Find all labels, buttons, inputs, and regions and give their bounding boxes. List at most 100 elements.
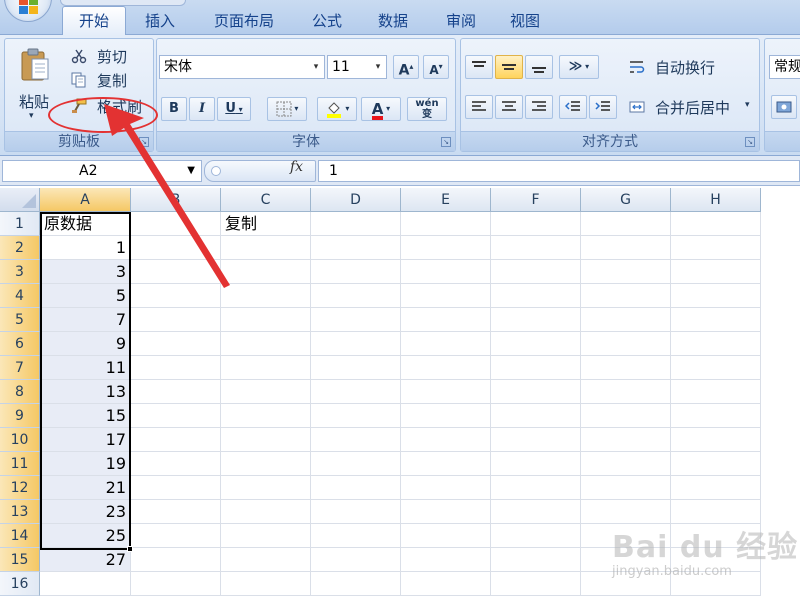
cell-b12[interactable] <box>131 476 221 500</box>
merge-center-dropdown-icon[interactable]: ▾ <box>745 100 750 110</box>
cell-b8[interactable] <box>131 380 221 404</box>
cell-f3[interactable] <box>491 260 581 284</box>
cell-g7[interactable] <box>581 356 671 380</box>
cell-b16[interactable] <box>131 572 221 596</box>
cell-c2[interactable] <box>221 236 311 260</box>
cell-c12[interactable] <box>221 476 311 500</box>
cell-h9[interactable] <box>671 404 761 428</box>
align-right-button[interactable] <box>525 95 553 119</box>
cell-a11[interactable]: 19 <box>40 452 131 476</box>
cell-d6[interactable] <box>311 332 401 356</box>
cell-a7[interactable]: 11 <box>40 356 131 380</box>
cell-c6[interactable] <box>221 332 311 356</box>
row-header-10[interactable]: 10 <box>0 428 40 452</box>
cell-c14[interactable] <box>221 524 311 548</box>
cell-b11[interactable] <box>131 452 221 476</box>
cell-e2[interactable] <box>401 236 491 260</box>
cell-e11[interactable] <box>401 452 491 476</box>
row-header-1[interactable]: 1 <box>0 212 40 236</box>
cell-g2[interactable] <box>581 236 671 260</box>
name-box-dropdown-icon[interactable]: ▼ <box>187 161 195 181</box>
name-box[interactable]: A2 ▼ <box>2 160 202 182</box>
cell-a16[interactable] <box>40 572 131 596</box>
decrease-indent-button[interactable] <box>559 95 587 119</box>
row-header-9[interactable]: 9 <box>0 404 40 428</box>
increase-font-size-button[interactable]: A▴ <box>393 55 419 79</box>
cell-h5[interactable] <box>671 308 761 332</box>
cell-b9[interactable] <box>131 404 221 428</box>
align-middle-button[interactable] <box>495 55 523 79</box>
cell-d14[interactable] <box>311 524 401 548</box>
cell-a9[interactable]: 15 <box>40 404 131 428</box>
cell-h10[interactable] <box>671 428 761 452</box>
cell-a5[interactable]: 7 <box>40 308 131 332</box>
font-color-button[interactable]: A ▾ <box>361 97 401 121</box>
cell-d1[interactable] <box>311 212 401 236</box>
cell-c15[interactable] <box>221 548 311 572</box>
formula-input[interactable]: 1 <box>318 160 800 182</box>
cell-h7[interactable] <box>671 356 761 380</box>
paste-dropdown-icon[interactable]: ▾ <box>29 111 34 121</box>
row-header-16[interactable]: 16 <box>0 572 40 596</box>
row-header-2[interactable]: 2 <box>0 236 40 260</box>
cell-f2[interactable] <box>491 236 581 260</box>
cell-g8[interactable] <box>581 380 671 404</box>
cell-b2[interactable] <box>131 236 221 260</box>
cell-d12[interactable] <box>311 476 401 500</box>
cell-f9[interactable] <box>491 404 581 428</box>
cell-b4[interactable] <box>131 284 221 308</box>
cell-a4[interactable]: 5 <box>40 284 131 308</box>
accounting-format-button[interactable] <box>771 95 797 119</box>
align-bottom-button[interactable] <box>525 55 553 79</box>
cell-d8[interactable] <box>311 380 401 404</box>
cell-e9[interactable] <box>401 404 491 428</box>
cell-f4[interactable] <box>491 284 581 308</box>
cell-c11[interactable] <box>221 452 311 476</box>
tab-insert[interactable]: 插入 <box>128 10 192 35</box>
cell-g6[interactable] <box>581 332 671 356</box>
column-header-f[interactable]: F <box>491 188 581 212</box>
tab-view[interactable]: 视图 <box>494 10 556 35</box>
cell-d15[interactable] <box>311 548 401 572</box>
cell-e4[interactable] <box>401 284 491 308</box>
cell-d5[interactable] <box>311 308 401 332</box>
tab-review[interactable]: 审阅 <box>430 10 492 35</box>
cell-f6[interactable] <box>491 332 581 356</box>
increase-indent-button[interactable] <box>589 95 617 119</box>
decrease-font-size-button[interactable]: A▾ <box>423 55 449 79</box>
cell-a15[interactable]: 27 <box>40 548 131 572</box>
cell-g1[interactable] <box>581 212 671 236</box>
copy-button[interactable]: 复制 <box>67 69 151 91</box>
borders-button[interactable]: ▾ <box>267 97 307 121</box>
row-header-14[interactable]: 14 <box>0 524 40 548</box>
cell-f15[interactable] <box>491 548 581 572</box>
office-button[interactable] <box>4 0 52 22</box>
cell-e5[interactable] <box>401 308 491 332</box>
cell-e1[interactable] <box>401 212 491 236</box>
cell-f5[interactable] <box>491 308 581 332</box>
cell-a14[interactable]: 25 <box>40 524 131 548</box>
font-name-combo[interactable]: 宋体 ▾ <box>159 55 325 79</box>
cell-e15[interactable] <box>401 548 491 572</box>
cell-b15[interactable] <box>131 548 221 572</box>
cell-d9[interactable] <box>311 404 401 428</box>
phonetic-guide-button[interactable]: wén 变 <box>407 97 447 121</box>
cell-c8[interactable] <box>221 380 311 404</box>
cell-e13[interactable] <box>401 500 491 524</box>
row-header-15[interactable]: 15 <box>0 548 40 572</box>
tab-home[interactable]: 开始 <box>62 6 126 36</box>
cell-e3[interactable] <box>401 260 491 284</box>
cell-g9[interactable] <box>581 404 671 428</box>
cell-h4[interactable] <box>671 284 761 308</box>
cell-g11[interactable] <box>581 452 671 476</box>
cell-c3[interactable] <box>221 260 311 284</box>
font-name-dropdown-icon[interactable]: ▾ <box>310 56 322 78</box>
cell-e6[interactable] <box>401 332 491 356</box>
cell-a1[interactable]: 原数据 <box>40 212 131 236</box>
cell-h12[interactable] <box>671 476 761 500</box>
cell-e10[interactable] <box>401 428 491 452</box>
column-header-h[interactable]: H <box>671 188 761 212</box>
row-header-8[interactable]: 8 <box>0 380 40 404</box>
underline-button[interactable]: U ▾ <box>217 97 251 121</box>
cell-d3[interactable] <box>311 260 401 284</box>
